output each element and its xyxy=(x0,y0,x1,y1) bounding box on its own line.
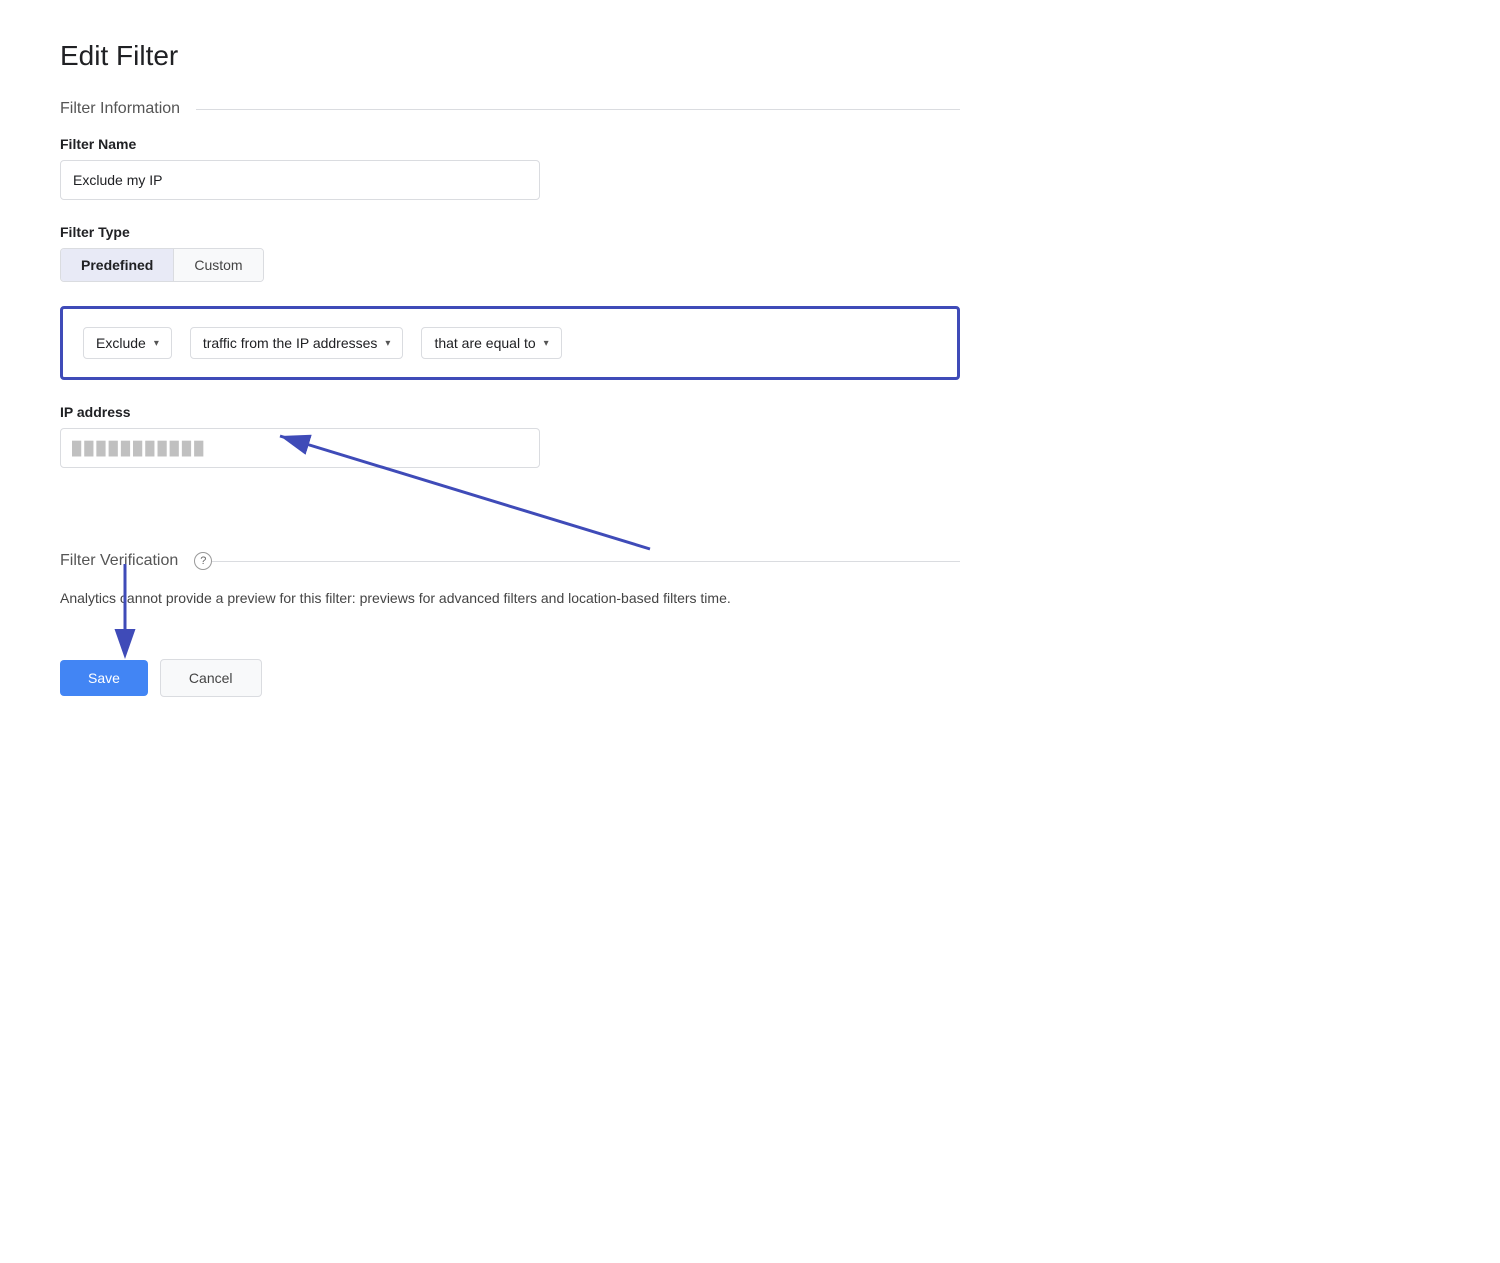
custom-button[interactable]: Custom xyxy=(174,249,262,281)
condition-dropdown-arrow: ▾ xyxy=(544,338,549,349)
filter-verification-divider xyxy=(212,561,960,562)
filter-type-label: Filter Type xyxy=(60,224,960,240)
traffic-dropdown[interactable]: traffic from the IP addresses ▾ xyxy=(190,327,404,359)
filter-verification-section-header: Filter Verification ? xyxy=(60,552,960,570)
predefined-button[interactable]: Predefined xyxy=(61,249,174,281)
filter-info-label: Filter Information xyxy=(60,100,180,118)
condition-dropdown-value: that are equal to xyxy=(434,335,535,351)
cancel-button[interactable]: Cancel xyxy=(160,659,262,697)
action-buttons: Save Cancel xyxy=(60,659,960,697)
page-title: Edit Filter xyxy=(60,40,960,72)
action-area: Save Cancel xyxy=(60,639,960,697)
save-button[interactable]: Save xyxy=(60,660,148,696)
spacer xyxy=(60,492,960,552)
filter-info-section-header: Filter Information xyxy=(60,100,960,118)
filter-name-label: Filter Name xyxy=(60,136,960,152)
page-container: Edit Filter Filter Information Filter Na… xyxy=(60,40,960,697)
exclude-dropdown[interactable]: Exclude ▾ xyxy=(83,327,172,359)
traffic-dropdown-arrow: ▾ xyxy=(385,338,390,349)
filter-verification-label: Filter Verification xyxy=(60,552,178,570)
predefined-filter-row: Exclude ▾ traffic from the IP addresses … xyxy=(60,306,960,380)
filter-type-button-group: Predefined Custom xyxy=(60,248,264,282)
ip-address-input[interactable] xyxy=(60,428,540,468)
condition-dropdown[interactable]: that are equal to ▾ xyxy=(421,327,561,359)
filter-type-group: Filter Type Predefined Custom xyxy=(60,224,960,282)
traffic-dropdown-value: traffic from the IP addresses xyxy=(203,335,378,351)
help-icon[interactable]: ? xyxy=(194,552,212,570)
ip-address-label: IP address xyxy=(60,404,960,420)
filter-info-divider xyxy=(196,109,960,110)
save-arrow-annotation xyxy=(60,559,260,659)
ip-address-group: IP address ███████████ xyxy=(60,404,960,468)
filter-name-group: Filter Name xyxy=(60,136,960,200)
exclude-dropdown-value: Exclude xyxy=(96,335,146,351)
verification-text: Analytics cannot provide a preview for t… xyxy=(60,588,960,609)
filter-name-input[interactable] xyxy=(60,160,540,200)
exclude-dropdown-arrow: ▾ xyxy=(154,338,159,349)
